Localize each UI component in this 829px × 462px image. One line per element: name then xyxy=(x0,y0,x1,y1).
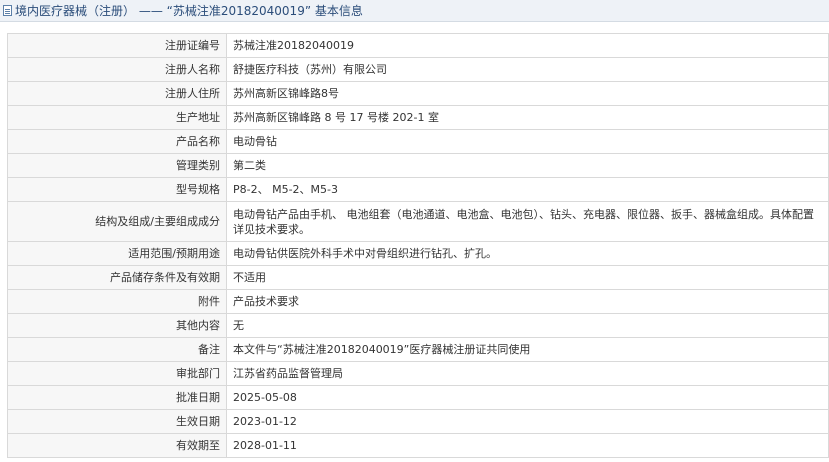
row-label: 注册人住所 xyxy=(7,81,227,106)
row-label: 产品名称 xyxy=(7,129,227,154)
row-label: 生效日期 xyxy=(7,409,227,434)
row-value: 本文件与“苏械注准20182040019”医疗器械注册证共同使用 xyxy=(226,337,829,362)
page-header: 境内医疗器械（注册） —— “苏械注准20182040019” 基本信息 xyxy=(0,0,829,22)
table-row: 备注 本文件与“苏械注准20182040019”医疗器械注册证共同使用 xyxy=(7,337,829,362)
row-value: 电动骨钻 xyxy=(226,129,829,154)
row-label: 其他内容 xyxy=(7,313,227,338)
row-value: 第二类 xyxy=(226,153,829,178)
row-value: 电动骨钻供医院外科手术中对骨组织进行钻孔、扩孔。 xyxy=(226,241,829,266)
table-row: 附件 产品技术要求 xyxy=(7,289,829,314)
row-label: 注册人名称 xyxy=(7,57,227,82)
table-row: 注册证编号 苏械注准20182040019 xyxy=(7,33,829,58)
table-row: 生效日期 2023-01-12 xyxy=(7,409,829,434)
row-value: 2025-05-08 xyxy=(226,385,829,410)
table-row: 型号规格 P8-2、 M5-2、M5-3 xyxy=(7,177,829,202)
table-row: 生产地址 苏州高新区锦峰路 8 号 17 号楼 202-1 室 xyxy=(7,105,829,130)
row-label: 备注 xyxy=(7,337,227,362)
row-label: 批准日期 xyxy=(7,385,227,410)
document-icon xyxy=(3,5,12,16)
table-row: 注册人名称 舒捷医疗科技（苏州）有限公司 xyxy=(7,57,829,82)
row-label: 附件 xyxy=(7,289,227,314)
table-row: 产品名称 电动骨钻 xyxy=(7,129,829,154)
table-row: 有效期至 2028-01-11 xyxy=(7,433,829,458)
row-value: 电动骨钻产品由手机、 电池组套（电池通道、电池盒、电池包）、钻头、充电器、限位器… xyxy=(226,201,829,242)
row-label: 型号规格 xyxy=(7,177,227,202)
row-value: 无 xyxy=(226,313,829,338)
table-row: 注册人住所 苏州高新区锦峰路8号 xyxy=(7,81,829,106)
info-table: 注册证编号 苏械注准20182040019 注册人名称 舒捷医疗科技（苏州）有限… xyxy=(7,33,829,458)
row-label: 审批部门 xyxy=(7,361,227,386)
row-value: 不适用 xyxy=(226,265,829,290)
row-label: 结构及组成/主要组成成分 xyxy=(7,201,227,242)
table-row: 审批部门 江苏省药品监督管理局 xyxy=(7,361,829,386)
table-row: 产品储存条件及有效期 不适用 xyxy=(7,265,829,290)
row-label: 管理类别 xyxy=(7,153,227,178)
row-value: 舒捷医疗科技（苏州）有限公司 xyxy=(226,57,829,82)
row-value: 苏州高新区锦峰路 8 号 17 号楼 202-1 室 xyxy=(226,105,829,130)
row-label: 注册证编号 xyxy=(7,33,227,58)
table-row: 其他内容 无 xyxy=(7,313,829,338)
table-row: 管理类别 第二类 xyxy=(7,153,829,178)
info-table-container: 注册证编号 苏械注准20182040019 注册人名称 舒捷医疗科技（苏州）有限… xyxy=(7,33,829,458)
row-label: 适用范围/预期用途 xyxy=(7,241,227,266)
row-value: 产品技术要求 xyxy=(226,289,829,314)
table-row: 适用范围/预期用途 电动骨钻供医院外科手术中对骨组织进行钻孔、扩孔。 xyxy=(7,241,829,266)
row-label: 生产地址 xyxy=(7,105,227,130)
table-row: 结构及组成/主要组成成分 电动骨钻产品由手机、 电池组套（电池通道、电池盒、电池… xyxy=(7,201,829,242)
row-label: 有效期至 xyxy=(7,433,227,458)
table-row: 批准日期 2025-05-08 xyxy=(7,385,829,410)
row-value: P8-2、 M5-2、M5-3 xyxy=(226,177,829,202)
row-value: 苏州高新区锦峰路8号 xyxy=(226,81,829,106)
page-title: 境内医疗器械（注册） —— “苏械注准20182040019” 基本信息 xyxy=(15,4,363,18)
row-value: 2023-01-12 xyxy=(226,409,829,434)
row-value: 江苏省药品监督管理局 xyxy=(226,361,829,386)
row-value: 苏械注准20182040019 xyxy=(226,33,829,58)
row-label: 产品储存条件及有效期 xyxy=(7,265,227,290)
row-value: 2028-01-11 xyxy=(226,433,829,458)
